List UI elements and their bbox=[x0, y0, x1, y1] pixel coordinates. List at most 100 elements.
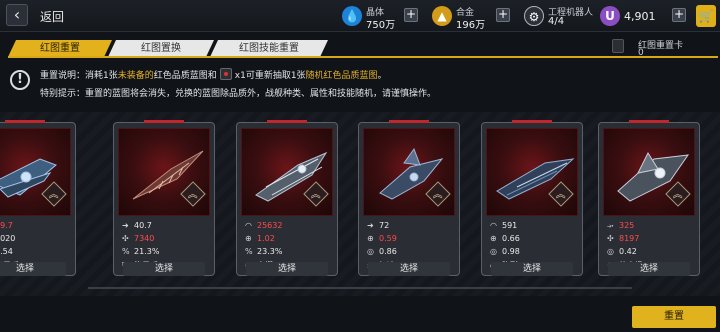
info-highlight: 随机红色品质蓝图 bbox=[305, 71, 378, 81]
stat-value: 8197 bbox=[619, 234, 640, 243]
reset-card-label: 红图重置卡 bbox=[638, 41, 684, 51]
stat-value: 325 bbox=[619, 221, 635, 230]
select-button[interactable]: 选择 bbox=[608, 262, 690, 276]
ship-stat: ✣1020 bbox=[0, 234, 15, 243]
ship-stat: ✣ 8197 bbox=[607, 234, 639, 243]
resource-value: 4,901 bbox=[624, 10, 656, 23]
target-icon: ◎ bbox=[490, 247, 497, 256]
stat-value: 0.98 bbox=[502, 247, 520, 256]
ship-stat: ✣ 7340 bbox=[122, 234, 154, 243]
ship-stat: ⤞ 325 bbox=[607, 221, 634, 231]
select-button[interactable]: 选择 bbox=[246, 262, 328, 276]
stat-value: 591 bbox=[502, 221, 518, 230]
ship-stat: ◎ 0.42 bbox=[607, 247, 637, 256]
quality-indicator bbox=[144, 120, 184, 123]
special-warning: 特别提示：重置的蓝图将会消失，兑换的蓝图除品质外，战舰种类、属性和技能随机，请谨… bbox=[40, 89, 437, 99]
quality-indicator bbox=[629, 120, 669, 123]
ship-stat: %1.54 bbox=[0, 247, 13, 256]
blueprint-card[interactable]: ◠591⊕0.66◎0.98◐隐形 bbox=[481, 120, 583, 276]
ship-image bbox=[0, 128, 71, 216]
ship-stat: ➜ 40.7 bbox=[122, 221, 152, 230]
resource-u-currency: U 4,901 bbox=[600, 4, 670, 28]
reset-card-chip-icon bbox=[219, 68, 232, 80]
add-crystal-button[interactable]: + bbox=[404, 8, 418, 22]
info-text: 红色品质蓝图和 bbox=[153, 71, 217, 81]
stat-value: 0.59 bbox=[379, 234, 397, 243]
stat-value: 0.86 bbox=[379, 247, 397, 256]
quality-indicator bbox=[5, 120, 45, 123]
add-u-currency-button[interactable]: + bbox=[672, 8, 686, 22]
crosshair-icon: ⊕ bbox=[245, 234, 252, 243]
resource-value: 4/4 bbox=[548, 16, 565, 27]
target-icon: ◎ bbox=[367, 247, 374, 256]
blueprint-card[interactable]: ➜72⊕0.59◎0.86»加速 bbox=[358, 120, 460, 276]
blueprint-card[interactable]: ◠25632⊕1.02%23.3%✺自爆 bbox=[236, 120, 338, 276]
cluster-icon: ✣ bbox=[607, 234, 614, 243]
stat-value: 25632 bbox=[257, 221, 283, 230]
select-button[interactable]: 选择 bbox=[123, 262, 205, 276]
target-icon: ◎ bbox=[607, 247, 614, 256]
info-icon: ! bbox=[10, 70, 30, 90]
quality-indicator bbox=[267, 120, 307, 123]
reset-card-icon bbox=[612, 39, 624, 53]
stat-value: 40.7 bbox=[134, 221, 152, 230]
select-button[interactable]: 选择 bbox=[491, 262, 573, 276]
blueprint-card[interactable]: ➜29.7✣1020%1.54⛨能量盾 bbox=[0, 120, 76, 276]
ship-stat: ⊕ 1.02 bbox=[245, 234, 275, 243]
stat-value: 29.7 bbox=[0, 221, 13, 230]
gauge-icon: ◠ bbox=[490, 221, 497, 230]
blueprint-card[interactable]: ⤞325✣8197◎0.42ϟ静电场 bbox=[598, 120, 700, 276]
ship-stat: ◎ 0.86 bbox=[367, 247, 397, 256]
missile-icon: ⤞ bbox=[607, 221, 614, 230]
robot-icon: ⚙ bbox=[524, 6, 544, 26]
stat-value: 23.3% bbox=[257, 247, 283, 256]
ingot-icon: ▲ bbox=[432, 6, 452, 26]
tab-red-blueprint-skill-reset[interactable]: 红图技能重置 bbox=[210, 40, 328, 57]
gauge-icon: ◠ bbox=[245, 221, 252, 230]
stat-value: 7340 bbox=[134, 234, 155, 243]
info-text: 重置说明：消耗1张 bbox=[40, 71, 118, 81]
percent-icon: % bbox=[122, 247, 130, 256]
stat-value: 72 bbox=[379, 221, 390, 230]
crosshair-icon: ⊕ bbox=[367, 234, 374, 243]
info-text: 。 bbox=[377, 71, 387, 81]
resource-value: 196万 bbox=[456, 20, 486, 31]
info-text: x1可重新抽取1张 bbox=[234, 71, 306, 81]
ship-stat: % 23.3% bbox=[245, 247, 282, 256]
quality-indicator bbox=[512, 120, 552, 123]
ship-stat: ◠ 591 bbox=[490, 221, 517, 230]
shop-cart-icon[interactable]: 🛒 bbox=[696, 5, 716, 27]
add-alloy-button[interactable]: + bbox=[496, 8, 510, 22]
stat-value: 1.54 bbox=[0, 247, 13, 256]
arrow-icon: ➜ bbox=[367, 221, 374, 230]
stat-value: 0.42 bbox=[619, 247, 637, 256]
ship-stat: ⊕ 0.66 bbox=[490, 234, 520, 243]
tab-red-blueprint-reset[interactable]: 红图重置 bbox=[8, 40, 112, 57]
select-button[interactable]: 选择 bbox=[0, 262, 66, 276]
back-arrow-icon[interactable]: ‹ bbox=[6, 4, 28, 26]
ship-stat: % 21.3% bbox=[122, 247, 159, 256]
ship-stat: ◎ 0.98 bbox=[490, 247, 520, 256]
u-coin-icon: U bbox=[600, 6, 620, 26]
tab-underline bbox=[8, 56, 718, 58]
carousel-scrollbar[interactable] bbox=[88, 287, 632, 289]
quality-indicator bbox=[389, 120, 429, 123]
stat-value: 1.02 bbox=[257, 234, 275, 243]
stat-value: 21.3% bbox=[134, 247, 160, 256]
top-bar: ‹ 返回 💧 晶体 750万 + ▲ 合金 196万 + ⚙ 工程机器人 4/4… bbox=[0, 0, 720, 32]
arrow-icon: ➜ bbox=[122, 221, 129, 230]
resource-value: 750万 bbox=[366, 20, 396, 31]
select-button[interactable]: 选择 bbox=[368, 262, 450, 276]
stat-value: 1020 bbox=[0, 234, 16, 243]
back-label[interactable]: 返回 bbox=[40, 8, 64, 25]
crosshair-icon: ⊕ bbox=[490, 234, 497, 243]
reset-button[interactable]: 重置 bbox=[632, 306, 716, 328]
water-drop-icon: 💧 bbox=[342, 6, 362, 26]
tab-red-blueprint-exchange[interactable]: 红图置换 bbox=[108, 40, 214, 57]
ship-stat: ⊕ 0.59 bbox=[367, 234, 397, 243]
stat-value: 0.66 bbox=[502, 234, 520, 243]
reset-description: 重置说明：消耗1张未装备的红色品质蓝图和 x1可重新抽取1张随机红色品质蓝图。 bbox=[40, 68, 387, 81]
cluster-icon: ✣ bbox=[122, 234, 129, 243]
blueprint-card[interactable]: ➜40.7✣7340%21.3%⛨能量盾 bbox=[113, 120, 215, 276]
ship-stat: ➜29.7 bbox=[0, 221, 13, 230]
